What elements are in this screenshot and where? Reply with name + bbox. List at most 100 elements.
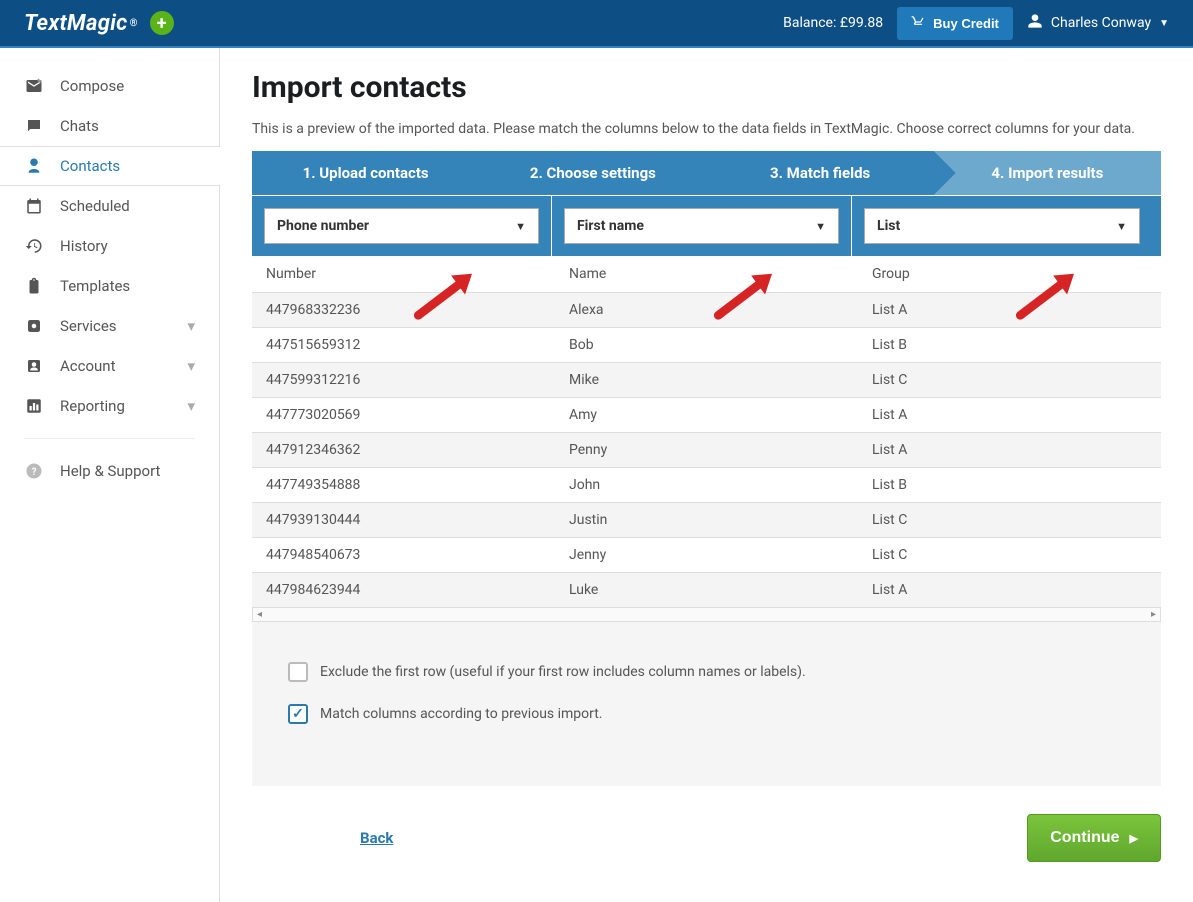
cell-name: Amy (555, 398, 858, 433)
step-settings[interactable]: 2. Choose settings (479, 151, 706, 195)
table-row: 447912346362PennyList A (252, 433, 1161, 468)
gear-icon (24, 316, 44, 336)
table-row: 447984623944LukeList A (252, 573, 1161, 608)
exclude-first-row-checkbox[interactable] (288, 662, 308, 682)
column-select-row: Phone number▼ First name▼ List▼ (252, 195, 1161, 256)
table-row: 447968332236AlexaList A (252, 293, 1161, 328)
chat-icon (24, 116, 44, 136)
cell-number: 447749354888 (252, 468, 555, 503)
balance-label: Balance: £99.88 (783, 15, 883, 31)
cell-number: 447939130444 (252, 503, 555, 538)
history-icon (24, 236, 44, 256)
cell-name: Penny (555, 433, 858, 468)
cell-number: 447773020569 (252, 398, 555, 433)
table-row: 447948540673JennyList C (252, 538, 1161, 573)
column-select-list[interactable]: List▼ (864, 208, 1140, 244)
cell-number: 447948540673 (252, 538, 555, 573)
sidebar-item-services[interactable]: Services ▾ (0, 306, 219, 346)
cell-name: Mike (555, 363, 858, 398)
sidebar-item-compose[interactable]: Compose (0, 66, 219, 106)
chevron-down-icon: ▼ (815, 220, 826, 233)
account-icon (24, 356, 44, 376)
user-name: Charles Conway (1051, 15, 1151, 31)
logo: TextMagic® + (24, 11, 174, 36)
sidebar-item-label: Services (60, 317, 117, 335)
cell-number: 447912346362 (252, 433, 555, 468)
column-header: Group (858, 256, 1161, 293)
continue-label: Continue (1050, 829, 1119, 847)
cell-name: Jenny (555, 538, 858, 573)
sidebar-item-label: Account (60, 357, 116, 375)
options-panel: Exclude the first row (useful if your fi… (252, 622, 1161, 786)
page-title: Import contacts (252, 70, 1161, 105)
sidebar-item-label: Help & Support (60, 462, 160, 480)
cell-number: 447599312216 (252, 363, 555, 398)
sidebar-item-history[interactable]: History (0, 226, 219, 266)
main-content: Import contacts This is a preview of the… (220, 48, 1193, 902)
calendar-icon (24, 196, 44, 216)
sidebar-item-label: History (60, 237, 108, 255)
svg-text:?: ? (32, 467, 37, 478)
add-icon[interactable]: + (150, 11, 174, 35)
cell-name: Justin (555, 503, 858, 538)
chevron-right-icon: ▶ (1130, 832, 1138, 845)
sidebar-item-label: Scheduled (60, 197, 130, 215)
sidebar-item-account[interactable]: Account▾ (0, 346, 219, 386)
user-menu[interactable]: Charles Conway ▼ (1027, 13, 1169, 33)
page-subtitle: This is a preview of the imported data. … (252, 121, 1161, 137)
cell-name: Bob (555, 328, 858, 363)
horizontal-scroll[interactable]: ◂▸ (252, 608, 1161, 622)
checkbox-label: Exclude the first row (useful if your fi… (320, 664, 806, 680)
cell-group: List A (858, 398, 1161, 433)
bar-icon (24, 396, 44, 416)
cell-group: List C (858, 363, 1161, 398)
continue-button[interactable]: Continue ▶ (1027, 814, 1161, 862)
stepper: 1. Upload contacts 2. Choose settings 3.… (252, 151, 1161, 195)
sidebar-item-label: Templates (60, 277, 130, 295)
cell-name: John (555, 468, 858, 503)
sidebar-item-contacts[interactable]: Contacts (0, 146, 220, 186)
table-row: 447939130444JustinList C (252, 503, 1161, 538)
column-header: Number (252, 256, 555, 293)
sidebar-item-label: Contacts (60, 157, 120, 175)
back-link[interactable]: Back (360, 829, 393, 847)
chevron-down-icon: ▼ (515, 220, 526, 233)
match-previous-checkbox[interactable] (288, 704, 308, 724)
cell-number: 447968332236 (252, 293, 555, 328)
header: TextMagic® + Balance: £99.88 Buy Credit … (0, 0, 1193, 48)
preview-table: Number Name Group 447968332236AlexaList … (252, 256, 1161, 608)
table-row: 447773020569AmyList A (252, 398, 1161, 433)
cell-group: List C (858, 503, 1161, 538)
column-select-firstname[interactable]: First name▼ (564, 208, 839, 244)
sidebar-item-label: Reporting (60, 397, 125, 415)
table-row: 447515659312BobList B (252, 328, 1161, 363)
buy-credit-label: Buy Credit (933, 16, 999, 31)
checkbox-label: Match columns according to previous impo… (320, 706, 603, 722)
sidebar-item-chats[interactable]: Chats (0, 106, 219, 146)
chevron-down-icon: ▾ (187, 397, 195, 415)
column-select-phone[interactable]: Phone number▼ (264, 208, 539, 244)
chevron-down-icon: ▾ (187, 317, 195, 335)
sidebar: Compose Chats Contacts Scheduled History Temp… (0, 48, 220, 902)
cell-group: List B (858, 468, 1161, 503)
contacts-icon (24, 156, 44, 176)
chevron-down-icon: ▼ (1116, 220, 1127, 233)
sidebar-item-help[interactable]: ? Help & Support (0, 451, 219, 491)
step-match[interactable]: 3. Match fields (707, 151, 934, 195)
column-header: Name (555, 256, 858, 293)
table-row: 447749354888JohnList B (252, 468, 1161, 503)
sidebar-item-templates[interactable]: Templates (0, 266, 219, 306)
sidebar-item-scheduled[interactable]: Scheduled (0, 186, 219, 226)
table-row: 447599312216MikeList C (252, 363, 1161, 398)
chevron-down-icon: ▼ (1159, 18, 1169, 29)
sidebar-item-label: Chats (60, 117, 99, 135)
sidebar-item-reporting[interactable]: Reporting ▾ (0, 386, 219, 426)
sidebar-item-label: Compose (60, 77, 124, 95)
buy-credit-button[interactable]: Buy Credit (897, 7, 1013, 40)
compose-icon (24, 76, 44, 96)
cell-number: 447515659312 (252, 328, 555, 363)
step-upload[interactable]: 1. Upload contacts (252, 151, 479, 195)
cell-number: 447984623944 (252, 573, 555, 608)
cell-group: List C (858, 538, 1161, 573)
step-results[interactable]: 4. Import results (934, 151, 1161, 195)
